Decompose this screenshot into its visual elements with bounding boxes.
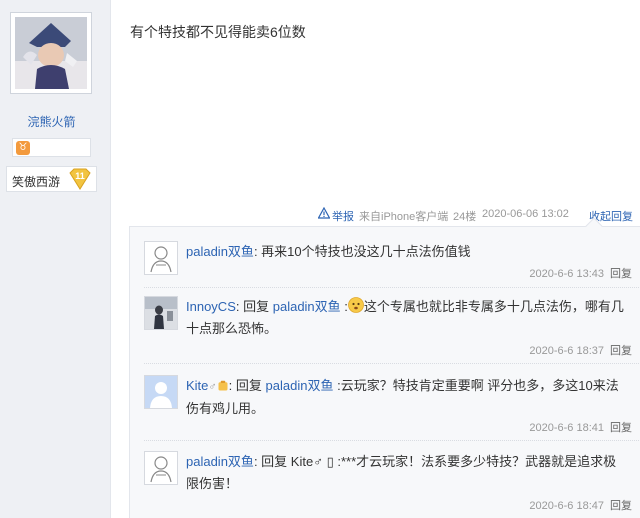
reply-text: 再来10个特技也没这几十点法伤值钱: [257, 244, 471, 259]
reply-divider: [144, 287, 639, 288]
fan-badge-row: ♉: [12, 138, 91, 157]
report-link[interactable]: 举报: [332, 208, 354, 224]
floor-number: 24楼: [453, 211, 477, 223]
warning-icon[interactable]: [317, 206, 331, 219]
reply-button[interactable]: 回复: [610, 500, 632, 512]
reply-button[interactable]: 回复: [610, 422, 632, 434]
author-sidebar: 浣熊火箭 ♉ 笑傲西游 11: [0, 0, 111, 518]
reply-meta: 2020-6-6 13:43 回复: [529, 265, 632, 281]
reply-target-colon: :: [333, 378, 341, 393]
reply-author[interactable]: InnoyCS: [186, 299, 236, 314]
sub-replies-panel: paladin双鱼: 再来10个特技也没这几十点法伤值钱 2020-6-6 13…: [129, 217, 640, 518]
reply-author[interactable]: Kite: [186, 378, 208, 393]
reply-body: Kite♂: 回复 paladin双鱼 :云玩家？特技肯定重要啊 评分也多，多这…: [186, 375, 626, 420]
reply-button[interactable]: 回复: [610, 268, 632, 280]
reply-divider: [144, 363, 639, 364]
reply-word: 回复: [232, 378, 266, 393]
reply-meta: 2020-6-6 18:37 回复: [529, 342, 632, 358]
post-content: 有个特技都不见得能卖6位数: [130, 24, 306, 40]
reply-avatar[interactable]: [144, 241, 178, 275]
reply-time: 2020-6-6 18:47: [529, 500, 604, 512]
reply-target-colon: :: [340, 299, 348, 314]
fan-badge-icon[interactable]: ♉: [16, 141, 30, 155]
reply-meta: 2020-6-6 18:47 回复: [529, 497, 632, 513]
reply-time: 2020-6-6 18:41: [529, 422, 604, 434]
reply-target[interactable]: Kite: [291, 454, 313, 469]
emoji-icon: [348, 297, 364, 313]
reply-body: paladin双鱼: 回复 Kite♂ ▯ :***才云玩家！法系要多少特技？武…: [186, 451, 626, 495]
reply-avatar[interactable]: [144, 296, 178, 330]
reply-time: 2020-6-6 18:37: [529, 345, 604, 357]
reply-body: paladin双鱼: 再来10个特技也没这几十点法伤值钱: [186, 241, 626, 263]
reply-meta: 2020-6-6 18:41 回复: [529, 419, 632, 435]
level-number: 11: [75, 171, 85, 181]
post-time: 2020-06-06 13:02: [482, 208, 569, 220]
author-avatar[interactable]: [10, 12, 92, 94]
level-badge-icon: 11: [69, 168, 91, 190]
reply-target-extra: ♂ ▯: [313, 454, 338, 469]
badge-icon: [218, 380, 228, 391]
reply-author[interactable]: paladin双鱼: [186, 454, 254, 469]
reply-word: 回复: [239, 299, 273, 314]
level-row[interactable]: 笑傲西游 11: [6, 166, 97, 192]
reply-author[interactable]: paladin双鱼: [186, 244, 254, 259]
reply-avatar[interactable]: [144, 375, 178, 409]
reply-target[interactable]: paladin双鱼: [273, 299, 341, 314]
reply-body: InnoyCS: 回复 paladin双鱼 : 这个专属也就比非专属多十几点法伤，…: [186, 296, 626, 340]
reply-time: 2020-6-6 13:43: [529, 268, 604, 280]
reply-divider: [144, 440, 639, 441]
reply-target[interactable]: paladin双鱼: [266, 378, 334, 393]
male-icon: ♂: [208, 381, 217, 393]
author-name[interactable]: 浣熊火箭: [0, 113, 103, 130]
reply-word: 回复: [257, 454, 291, 469]
level-title: 笑傲西游: [12, 175, 61, 189]
author-avatar-image: [15, 17, 87, 89]
reply-avatar[interactable]: [144, 451, 178, 485]
reply-button[interactable]: 回复: [610, 345, 632, 357]
client-source: 来自iPhone客户端: [359, 211, 449, 223]
